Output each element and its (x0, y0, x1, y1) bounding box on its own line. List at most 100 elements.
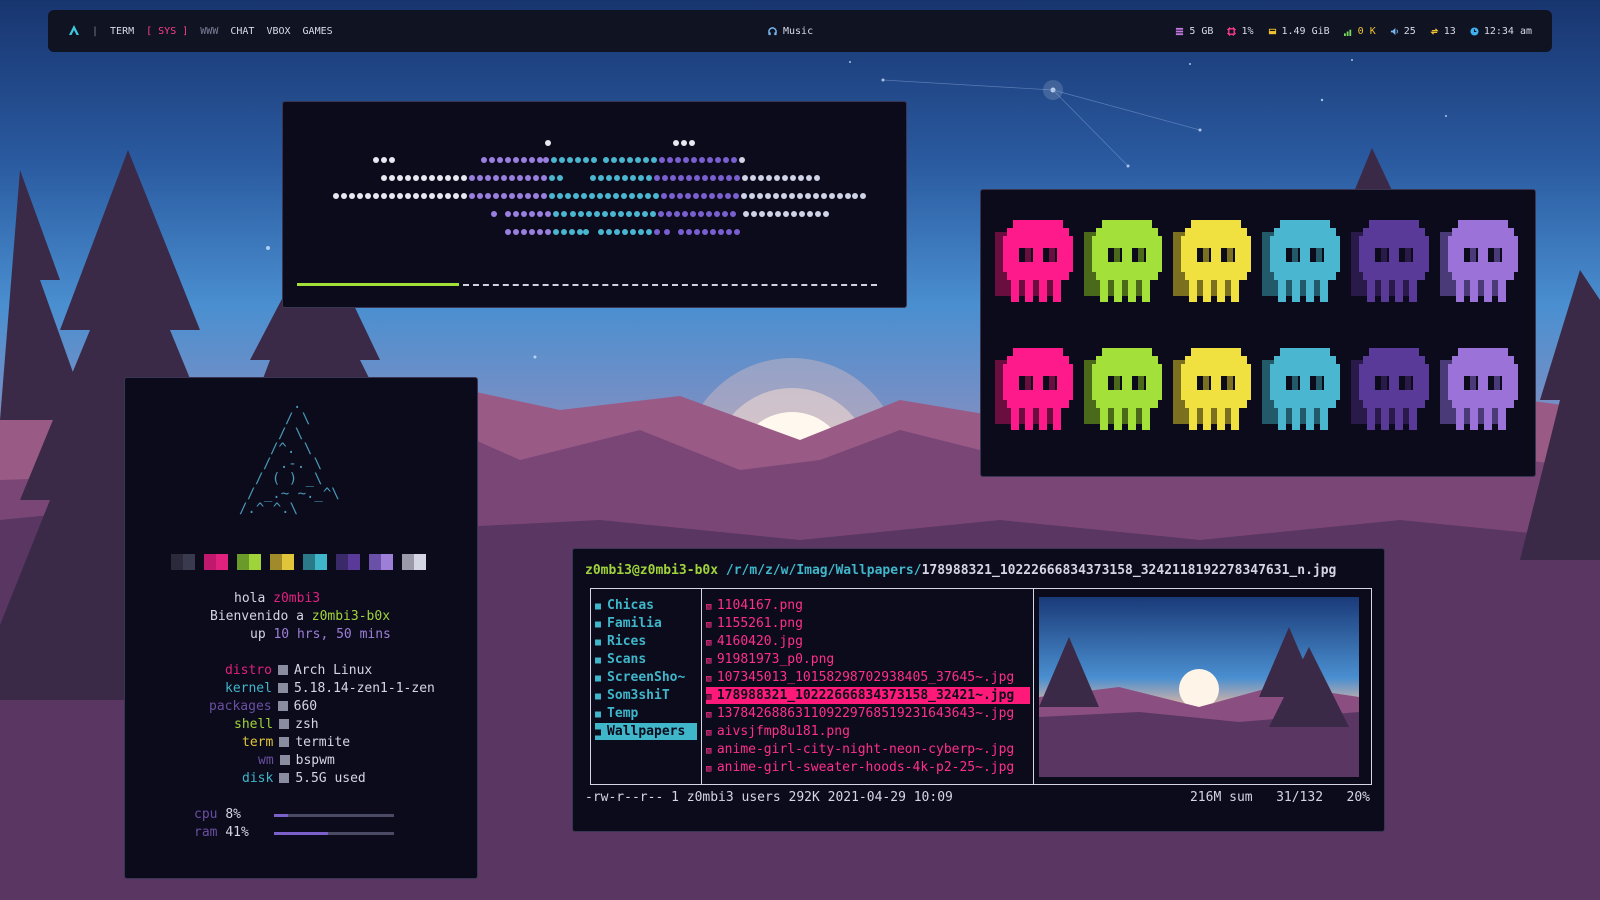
visualizer-dot (501, 193, 507, 199)
visualizer-dots (333, 140, 866, 235)
folder-item[interactable]: ■ Chicas (595, 597, 654, 614)
svg-text:/.^ ^.\: /.^ ^.\ (239, 501, 298, 517)
image-file-icon: ▧ (706, 674, 717, 684)
skull-icon (995, 348, 1073, 430)
visualizer-dot (437, 175, 443, 181)
audio-visualizer-window[interactable] (282, 101, 907, 308)
visualizer-dot (429, 175, 435, 181)
folder-item[interactable]: ■ ScreenSho~ (595, 669, 685, 686)
arch-logo-icon[interactable] (68, 24, 80, 39)
info-packages: packages 660 (209, 699, 318, 714)
visualizer-dot (445, 193, 451, 199)
visualizer-dot (773, 193, 779, 199)
visualizer-dot (603, 157, 609, 163)
visualizer-dot (718, 175, 724, 181)
visualizer-dot (373, 157, 379, 163)
folder-item[interactable]: ■ Familia (595, 615, 662, 632)
workspace-games[interactable]: GAMES (303, 26, 333, 37)
visualizer-dot (646, 229, 652, 235)
workspace-vbox[interactable]: VBOX (266, 26, 290, 37)
visualizer-dot (706, 211, 712, 217)
workspace-www[interactable]: WWW (200, 26, 218, 37)
visualizer-dot (357, 193, 363, 199)
music-widget[interactable]: Music (768, 10, 813, 52)
visualizer-dot (621, 193, 627, 199)
visualizer-dot (622, 229, 628, 235)
visualizer-progress-fill (297, 283, 459, 286)
file-item[interactable]: ▧ 178988321_10222666834373158_32421~.jpg (706, 687, 1030, 704)
visualizer-dot (701, 193, 707, 199)
skull-icon (1084, 220, 1162, 302)
visualizer-dot (630, 175, 636, 181)
music-label: Music (783, 25, 814, 37)
visualizer-dot (365, 193, 371, 199)
visualizer-dot (405, 193, 411, 199)
file-manager-window[interactable]: z0mbi3@z0mbi3-b0x /r/m/z/w/Imag/Wallpape… (572, 548, 1385, 832)
visualizer-dot (477, 175, 483, 181)
folder-item[interactable]: ■ Wallpapers (595, 723, 697, 740)
folder-icon: ■ (595, 637, 608, 648)
visualizer-dot (791, 211, 797, 217)
file-item[interactable]: ▧ 91981973_p0.png (706, 651, 834, 668)
visualizer-dot (797, 193, 803, 199)
volume-value: 25 (1403, 25, 1416, 37)
skull-art-window[interactable] (980, 189, 1536, 477)
visualizer-dot (610, 211, 616, 217)
clock-value: 12:34 am (1483, 25, 1532, 37)
visualizer-dot (606, 229, 612, 235)
visualizer-dot (852, 193, 858, 199)
visualizer-dot (734, 229, 740, 235)
workspace-sys[interactable]: [ SYS ] (146, 26, 188, 37)
svg-text:/ _.~ ~._^\: / _.~ ~._^\ (247, 486, 340, 502)
file-item[interactable]: ▧ 107345013_10158298702938405_37645~.jpg (706, 669, 1014, 686)
ram-line: ram 41% (194, 825, 249, 840)
workspace-chat[interactable]: CHAT (230, 26, 254, 37)
clock-stat[interactable]: 12:34 am (1470, 26, 1532, 37)
visualizer-dot (453, 193, 459, 199)
visualizer-dot (537, 157, 543, 163)
visualizer-dot (421, 175, 427, 181)
memory-value: 5 GB (1189, 25, 1214, 37)
folder-item[interactable]: ■ Som3shiT (595, 687, 670, 704)
visualizer-dot (626, 211, 632, 217)
fetch-window[interactable]: . / \ / \ /^. \ / .-. \ / ( ) _\ / _.~ ~… (124, 377, 478, 879)
visualizer-dot (602, 211, 608, 217)
visualizer-dot (722, 211, 728, 217)
visualizer-dot (821, 193, 827, 199)
workspace-term[interactable]: TERM (110, 26, 134, 37)
file-item[interactable]: ▧ anime-girl-city-night-neon-cyberp~.jpg (706, 741, 1014, 758)
visualizer-dot (613, 193, 619, 199)
file-item[interactable]: ▧ anime-girl-sweater-hoods-4k-p2-25~.jpg (706, 759, 1014, 776)
folder-item[interactable]: ■ Rices (595, 633, 646, 650)
visualizer-dot (533, 175, 539, 181)
file-item[interactable]: ▧ 1155261.png (706, 615, 803, 632)
visualizer-dot (493, 175, 499, 181)
updates-stat[interactable]: 13 (1430, 26, 1456, 37)
visualizer-dot (397, 175, 403, 181)
visualizer-dot (381, 175, 387, 181)
visualizer-dot (493, 193, 499, 199)
disk-stat[interactable]: 1.49 GiB (1268, 26, 1330, 37)
cpu-stat[interactable]: 1% (1227, 26, 1254, 37)
visualizer-dot (758, 175, 764, 181)
file-item[interactable]: ▧ aivsjfmp8u181.png (706, 723, 850, 740)
network-stat[interactable]: 0 K (1343, 26, 1376, 37)
visualizer-dot (725, 193, 731, 199)
volume-stat[interactable]: 25 (1390, 26, 1416, 37)
skull-icon (1440, 348, 1518, 430)
visualizer-dot (545, 229, 551, 235)
file-item[interactable]: ▧ 1104167.png (706, 597, 803, 614)
memory-stat[interactable]: 5 GB (1175, 26, 1213, 37)
svg-text:/ \: / \ (285, 411, 310, 427)
folder-item[interactable]: ■ Temp (595, 705, 638, 722)
visualizer-dot (741, 193, 747, 199)
file-item[interactable]: ▧ 137842688631109229768519231643643~.jpg (706, 705, 1014, 722)
visualizer-dot (638, 229, 644, 235)
ranger-columns: ■ Chicas ■ Familia ■ Rices ■ Scans ■ ScreenS… (590, 588, 1372, 785)
cpu-meter-fill (274, 814, 289, 817)
visualizer-dot (659, 157, 665, 163)
folder-item[interactable]: ■ Scans (595, 651, 646, 668)
file-item[interactable]: ▧ 4160420.jpg (706, 633, 803, 650)
visualizer-dot (505, 157, 511, 163)
visualizer-dot (594, 211, 600, 217)
